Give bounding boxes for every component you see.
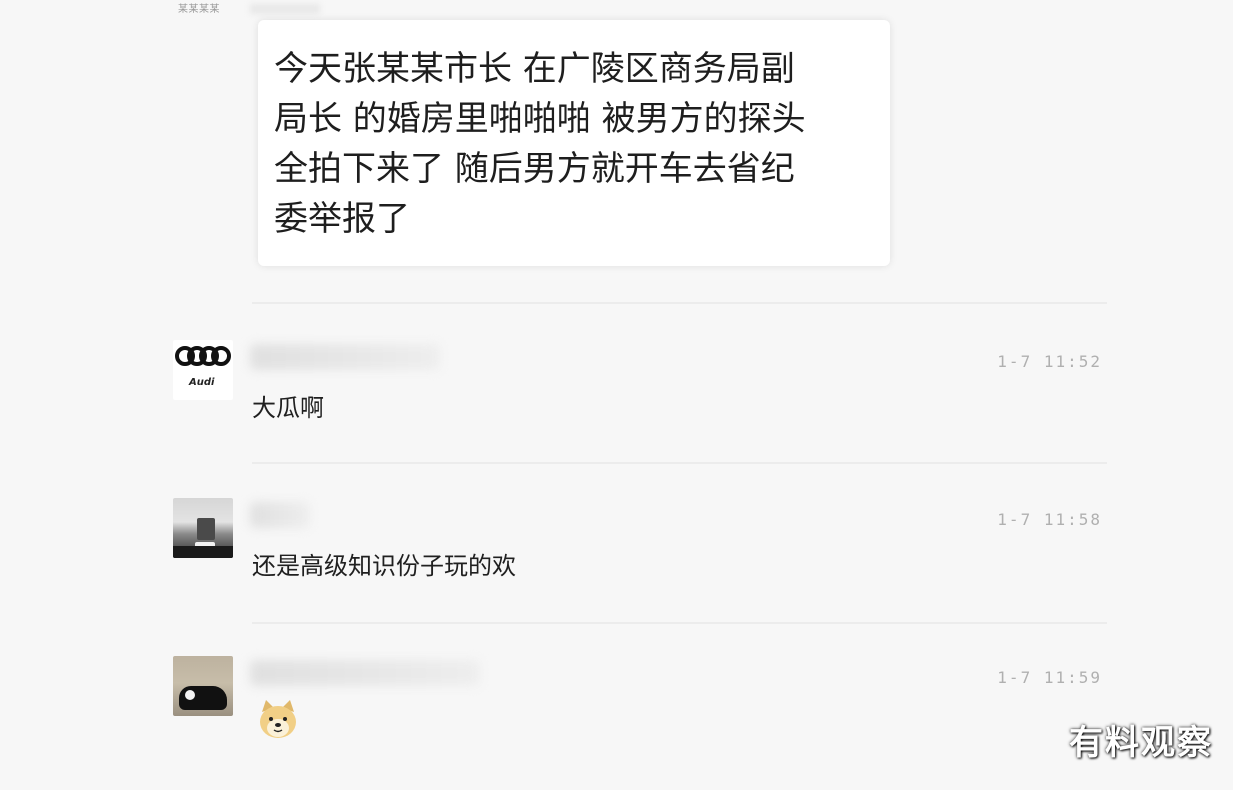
doge-emoji-icon [260,700,296,738]
comment-timestamp: 1-7 11:52 [997,352,1102,371]
photo-avatar[interactable] [173,498,233,558]
moments-screenshot: 某某某某 今天张某某市长 在广陵区商务局副 局长 的婚房里啪啪啪 被男方的探头 … [0,0,1233,790]
watermark: 有料观察 [1069,723,1213,763]
blurred-username[interactable] [250,344,440,370]
comment-text: 大瓜啊 [252,394,324,422]
divider [252,462,1107,464]
audi-rings-avatar[interactable]: Audi [173,340,233,400]
cat-avatar[interactable] [173,656,233,716]
divider [252,302,1107,304]
shared-post-bubble[interactable]: 今天张某某市长 在广陵区商务局副 局长 的婚房里啪啪啪 被男方的探头 全拍下来了… [258,20,890,266]
top-label: 某某某某 [178,4,220,15]
blurred-username[interactable] [250,502,310,528]
blurred-username[interactable] [250,660,480,686]
post-text: 今天张某某市长 在广陵区商务局副 局长 的婚房里啪啪啪 被男方的探头 全拍下来了… [274,49,806,239]
divider [252,622,1107,624]
comment-item[interactable]: 1-7 11:59 [170,638,1110,788]
blurred-name [250,4,320,14]
avatar-brand: Audi [189,377,215,388]
comment-timestamp: 1-7 11:59 [997,668,1102,687]
comment-item[interactable]: Audi 1-7 11:52 大瓜啊 [170,322,1110,472]
comment-item[interactable]: 1-7 11:58 还是高级知识份子玩的欢 [170,480,1110,630]
comment-text: 还是高级知识份子玩的欢 [252,552,516,580]
comment-timestamp: 1-7 11:58 [997,510,1102,529]
